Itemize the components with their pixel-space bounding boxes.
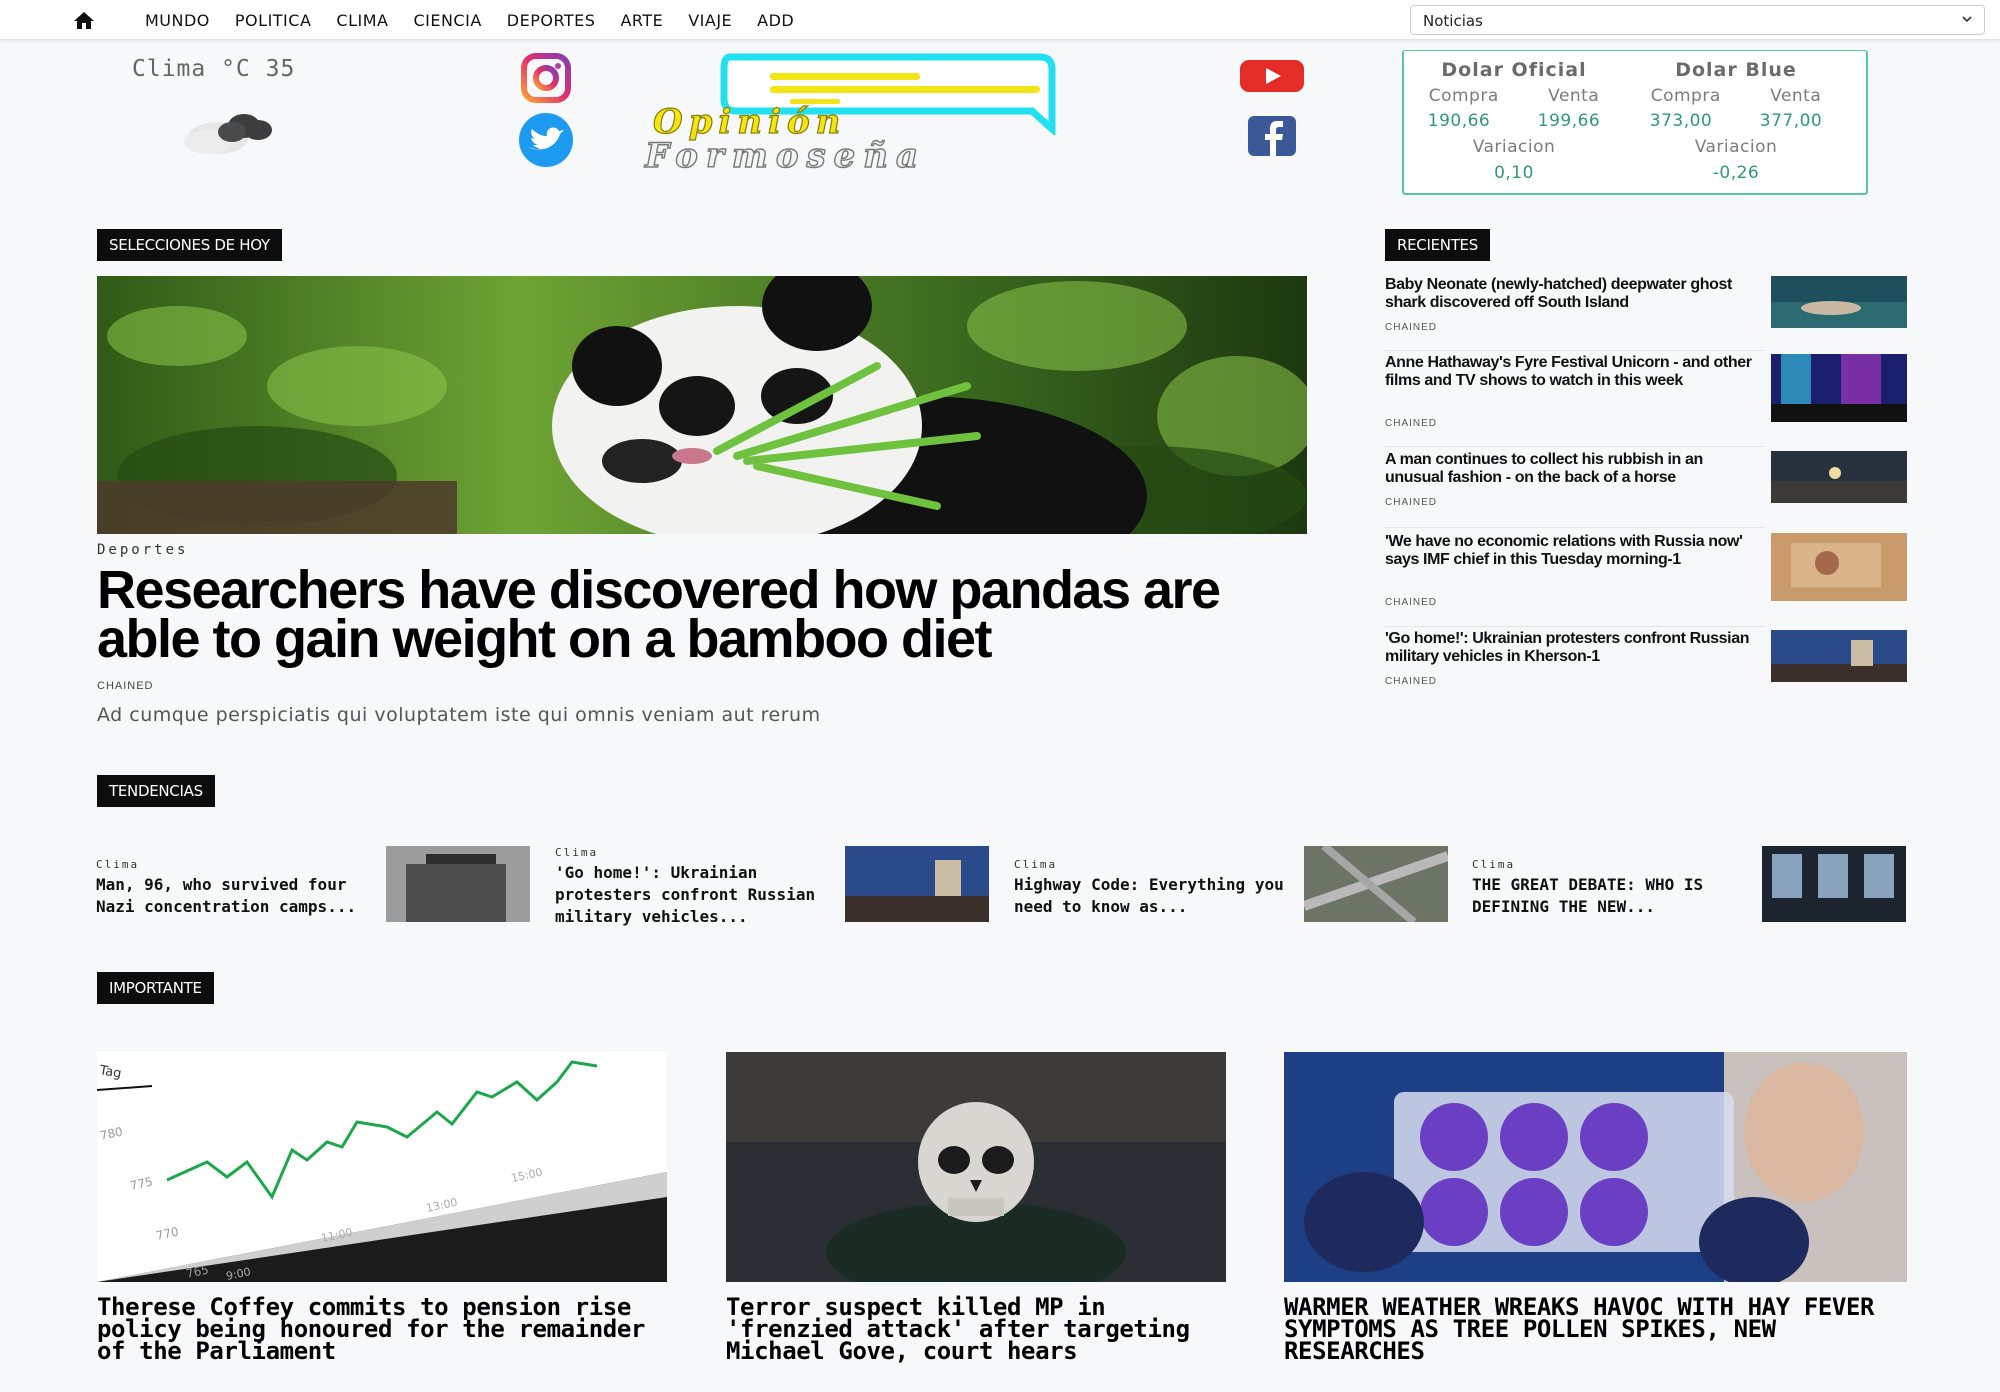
site-logo[interactable]: Opinión Formoseña — [635, 48, 1195, 178]
nav-item-arte[interactable]: ARTE — [620, 11, 663, 30]
section-tag-today: SELECCIONES DE HOY — [97, 229, 282, 261]
oficial-sell-value: 199,66 — [1537, 111, 1601, 131]
recent-item-thumbnail[interactable] — [1771, 451, 1907, 503]
hero-image[interactable] — [97, 276, 1307, 534]
oficial-sell-label: Venta — [1548, 86, 1600, 106]
oficial-var-value: 0,10 — [1494, 163, 1534, 183]
recent-item-thumbnail[interactable] — [1771, 354, 1907, 422]
nav-item-clima[interactable]: CLIMA — [336, 11, 388, 30]
recent-divider — [1385, 527, 1765, 528]
oficial-buy-label: Compra — [1428, 86, 1499, 106]
important-title[interactable]: Therese Coffey commits to pension rise p… — [97, 1295, 687, 1363]
cloud-icon — [184, 114, 272, 154]
trending-item-thumbnail[interactable] — [1762, 846, 1906, 922]
stock-chart-photo: Tag 780 775 770 765 9:00 11:00 13:00 15:… — [97, 1052, 667, 1282]
trending-item-title[interactable]: Highway Code: Everything you need to kno… — [1014, 874, 1294, 918]
weather-label: Clima °C 35 — [132, 56, 296, 82]
recent-item-thumbnail[interactable] — [1771, 533, 1907, 601]
top-navbar: MUNDO POLITICA CLIMA CIENCIA DEPORTES AR… — [0, 0, 2000, 40]
recent-item-thumbnail[interactable] — [1771, 630, 1907, 682]
twitter-icon[interactable] — [510, 112, 582, 168]
recent-item-title[interactable]: 'We have no economic relations with Russ… — [1385, 533, 1760, 569]
trending-item-title[interactable]: THE GREAT DEBATE: WHO IS DEFINING THE NE… — [1472, 874, 1752, 918]
trending-item-thumbnail[interactable] — [1304, 846, 1448, 922]
recent-item-title[interactable]: Anne Hathaway's Fyre Festival Unicorn - … — [1385, 354, 1760, 390]
lab-photo — [1284, 1052, 1907, 1282]
recent-divider — [1385, 350, 1765, 351]
important-image-skull[interactable] — [726, 1052, 1226, 1282]
skull-photo — [726, 1052, 1226, 1282]
trending-item[interactable]: Clima Man, 96, who survived four Nazi co… — [96, 846, 530, 926]
dolar-oficial-title: Dolar Oficial — [1441, 59, 1587, 81]
nav-item-deportes[interactable]: DEPORTES — [507, 11, 596, 30]
recent-item-author[interactable]: CHAINED — [1385, 597, 1437, 608]
recent-item[interactable]: A man continues to collect his rubbish i… — [1385, 451, 1907, 511]
recent-item[interactable]: 'We have no economic relations with Russ… — [1385, 533, 1907, 613]
panda-photo — [97, 276, 1307, 534]
currency-widget: Dolar Oficial Compra Venta 190,66 199,66… — [1402, 50, 1868, 195]
dolar-oficial-panel: Dolar Oficial Compra Venta 190,66 199,66… — [1404, 59, 1624, 183]
recent-item-title[interactable]: Baby Neonate (newly-hatched) deepwater g… — [1385, 276, 1760, 312]
trending-item-thumbnail[interactable] — [386, 846, 530, 922]
hero-excerpt: Ad cumque perspiciatis qui voluptatem is… — [97, 704, 821, 726]
hero-category[interactable]: Deportes — [97, 542, 188, 558]
nav-item-mundo[interactable]: MUNDO — [145, 11, 210, 30]
facebook-icon[interactable] — [1236, 112, 1308, 168]
blue-var-label: Variacion — [1694, 137, 1778, 157]
trending-item[interactable]: Clima Highway Code: Everything you need … — [1014, 846, 1448, 926]
recent-item-author[interactable]: CHAINED — [1385, 322, 1437, 333]
trending-item-title[interactable]: 'Go home!': Ukrainian protesters confron… — [555, 862, 835, 928]
important-image-chart[interactable]: Tag 780 775 770 765 9:00 11:00 13:00 15:… — [97, 1052, 667, 1282]
trending-item-category[interactable]: Clima — [1014, 858, 1057, 871]
blue-sell-label: Venta — [1770, 86, 1822, 106]
youtube-icon[interactable] — [1236, 48, 1308, 104]
recent-item-author[interactable]: CHAINED — [1385, 676, 1437, 687]
trending-item[interactable]: Clima 'Go home!': Ukrainian protesters c… — [555, 846, 989, 928]
important-title[interactable]: WARMER WEATHER WREAKS HAVOC WITH HAY FEV… — [1284, 1295, 1907, 1363]
instagram-icon[interactable] — [510, 50, 582, 106]
recent-divider — [1385, 626, 1765, 627]
nav-item-politica[interactable]: POLITICA — [235, 11, 311, 30]
blue-var-value: -0,26 — [1712, 163, 1760, 183]
nav-item-viaje[interactable]: VIAJE — [688, 11, 732, 30]
section-tag-trending: TENDENCIAS — [97, 775, 215, 807]
recent-item[interactable]: Anne Hathaway's Fyre Festival Unicorn - … — [1385, 354, 1907, 434]
dolar-blue-panel: Dolar Blue Compra Venta 373,00 377,00 Va… — [1626, 59, 1846, 183]
recent-item-title[interactable]: A man continues to collect his rubbish i… — [1385, 451, 1760, 487]
dolar-blue-title: Dolar Blue — [1675, 59, 1797, 81]
trending-item-category[interactable]: Clima — [1472, 858, 1515, 871]
recent-item-author[interactable]: CHAINED — [1385, 418, 1437, 429]
category-select[interactable]: Noticias — [1410, 5, 1985, 35]
section-tag-important: IMPORTANTE — [97, 972, 214, 1004]
section-tag-recent: RECIENTES — [1385, 229, 1490, 261]
trending-item-title[interactable]: Man, 96, who survived four Nazi concentr… — [96, 874, 376, 918]
blue-sell-value: 377,00 — [1759, 111, 1823, 131]
important-image-lab[interactable] — [1284, 1052, 1907, 1282]
main-menu: MUNDO POLITICA CLIMA CIENCIA DEPORTES AR… — [145, 0, 819, 40]
oficial-buy-value: 190,66 — [1427, 111, 1491, 131]
trending-item-thumbnail[interactable] — [845, 846, 989, 922]
nav-item-add[interactable]: ADD — [757, 11, 794, 30]
recent-item-author[interactable]: CHAINED — [1385, 497, 1437, 508]
home-icon[interactable] — [72, 10, 96, 30]
chevron-down-icon — [1962, 16, 1972, 23]
blue-buy-label: Compra — [1650, 86, 1721, 106]
trending-item[interactable]: Clima THE GREAT DEBATE: WHO IS DEFINING … — [1472, 846, 1906, 926]
recent-item[interactable]: 'Go home!': Ukrainian protesters confron… — [1385, 630, 1907, 690]
hero-title[interactable]: Researchers have discovered how pandas a… — [97, 563, 1327, 666]
important-title[interactable]: Terror suspect killed MP in 'frenzied at… — [726, 1295, 1226, 1363]
recent-item[interactable]: Baby Neonate (newly-hatched) deepwater g… — [1385, 276, 1907, 336]
recent-item-thumbnail[interactable] — [1771, 276, 1907, 328]
category-select-value: Noticias — [1423, 12, 1483, 30]
trending-item-category[interactable]: Clima — [96, 858, 139, 871]
oficial-var-label: Variacion — [1472, 137, 1556, 157]
nav-item-ciencia[interactable]: CIENCIA — [413, 11, 481, 30]
recent-divider — [1385, 446, 1765, 447]
trending-item-category[interactable]: Clima — [555, 846, 598, 859]
blue-buy-value: 373,00 — [1649, 111, 1713, 131]
recent-item-title[interactable]: 'Go home!': Ukrainian protesters confron… — [1385, 630, 1760, 666]
hero-author[interactable]: CHAINED — [97, 680, 154, 692]
logo-text-line2: Formoseña — [644, 135, 927, 176]
